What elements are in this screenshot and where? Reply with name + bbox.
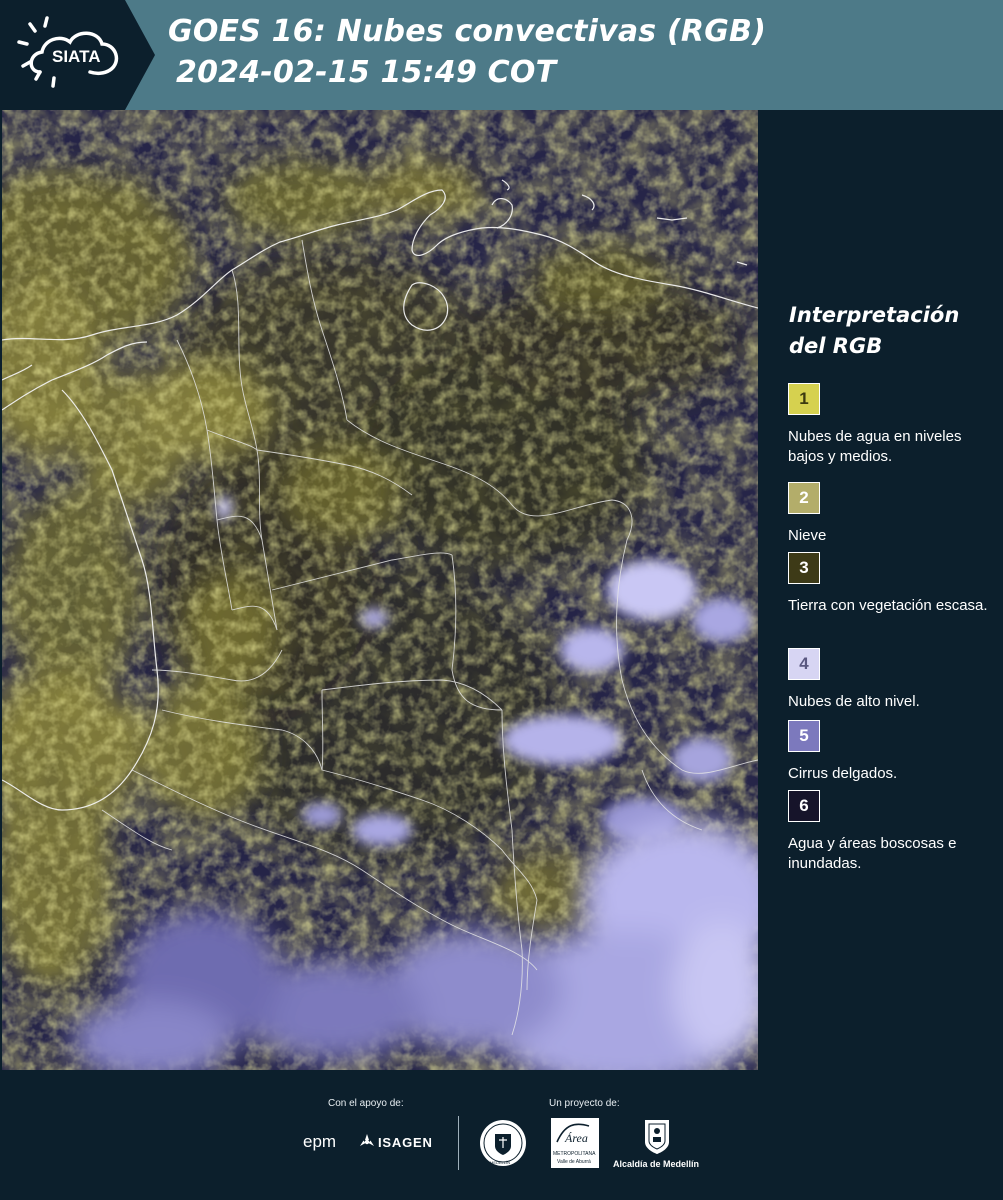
legend-item-1: 1 Nubes de agua en niveles bajos y medios… (788, 383, 1000, 467)
legend-swatch: 5 (788, 720, 820, 752)
alcaldia-logo: Alcaldía de Medellín (613, 1159, 700, 1169)
footer-bar: Con el apoyo de: Un proyecto de: epm ISA… (0, 1070, 1003, 1200)
legend-swatch: 6 (788, 790, 820, 822)
isagen-logo: ISAGEN (378, 1135, 433, 1150)
page-title: GOES 16: Nubes convectivas (RGB) (168, 14, 767, 49)
timestamp-title: 2024-02-15 15:49 COT (176, 55, 557, 90)
legend-label: Nubes de agua en niveles bajos y medios. (788, 428, 962, 465)
support-label: Con el apoyo de: (328, 1098, 404, 1109)
siata-logo: SIATA (0, 0, 155, 110)
project-label: Un proyecto de: (549, 1098, 620, 1109)
legend-label: Tierra con vegetación escasa. (788, 597, 988, 614)
isagen-icon (360, 1134, 374, 1146)
svg-text:SIATA: SIATA (52, 47, 100, 66)
legend-swatch: 4 (788, 648, 820, 680)
epm-logo: epm (303, 1132, 337, 1151)
legend-item-6: 6 Agua y áreas boscosas e inundadas. (788, 790, 1000, 874)
area-metropolitana-logo: Área METROPOLITANA Valle de Aburrá (551, 1118, 599, 1168)
legend-label: Agua y áreas boscosas e inundadas. (788, 835, 957, 872)
footer-divider (458, 1116, 459, 1170)
alcaldia-shield-icon (645, 1120, 669, 1154)
legend-item-3: 3 Tierra con vegetación escasa. (788, 552, 1000, 616)
legend-label: Nieve (788, 527, 827, 544)
legend-swatch: 3 (788, 552, 820, 584)
legend-label: Cirrus delgados. (788, 765, 898, 782)
legend-item-5: 5 Cirrus delgados. (788, 720, 1000, 784)
legend-panel: Interpretación del RGB 1 Nubes de agua en… (760, 110, 1003, 1070)
satellite-image[interactable] (2, 110, 758, 1070)
legend-title: Interpretación del RGB (789, 303, 960, 358)
legend-label: Nubes de alto nivel. (788, 693, 920, 710)
legend-swatch: 1 (788, 383, 820, 415)
legend-item-4: 4 Nubes de alto nivel. (788, 648, 1000, 712)
header-bar: SIATA GOES 16: Nubes convectivas (RGB) 2… (0, 0, 1003, 110)
legend-swatch: 2 (788, 482, 820, 514)
legend-item-2: 2 Nieve (788, 482, 1000, 546)
